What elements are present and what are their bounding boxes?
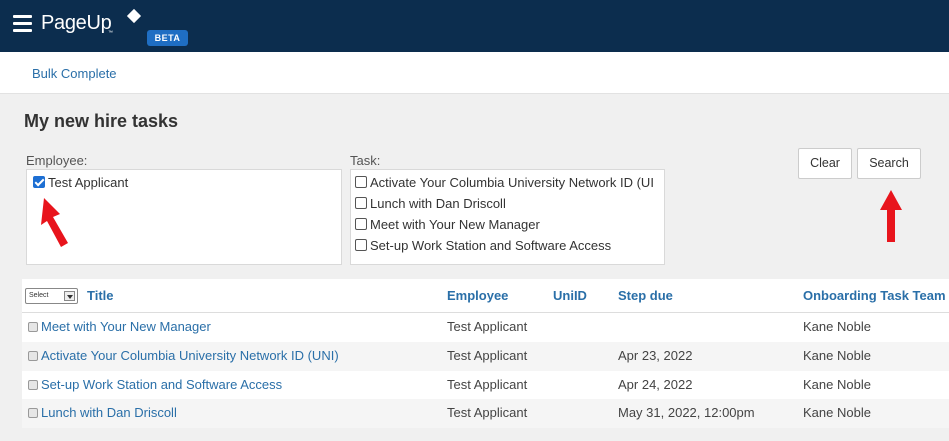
title-column-header[interactable]: Title — [87, 288, 114, 303]
task-title-link[interactable]: Set-up Work Station and Software Access — [28, 377, 282, 392]
team-cell: Kane Noble — [803, 348, 871, 363]
employee-cell: Test Applicant — [447, 405, 528, 420]
red-annotation-arrow-icon — [41, 198, 68, 247]
employee-filter-list: Test Applicant — [26, 169, 342, 265]
task-checkbox[interactable] — [355, 239, 367, 251]
table-row: Meet with Your New Manager Test Applican… — [22, 313, 949, 342]
employee-cell: Test Applicant — [447, 377, 528, 392]
logo-diamond-icon — [126, 8, 142, 24]
table-header: Select Title Employee UniID Step due Onb… — [22, 279, 949, 313]
employee-column-header[interactable]: Employee — [447, 288, 508, 303]
step-due-cell: Apr 24, 2022 — [618, 377, 693, 392]
task-option[interactable]: Activate Your Columbia University Networ… — [355, 175, 654, 190]
tasks-table: Select Title Employee UniID Step due Onb… — [22, 279, 949, 428]
bulk-complete-link[interactable]: Bulk Complete — [32, 66, 117, 81]
step-due-cell: Apr 23, 2022 — [618, 348, 693, 363]
task-checkbox[interactable] — [355, 218, 367, 230]
team-column-header[interactable]: Onboarding Task Team — [803, 288, 946, 303]
hamburger-menu-icon[interactable] — [13, 15, 32, 32]
team-cell: Kane Noble — [803, 319, 871, 334]
task-checkbox[interactable] — [355, 176, 367, 188]
employee-checkbox[interactable] — [33, 176, 45, 188]
red-annotation-arrow-icon — [880, 190, 902, 242]
employee-cell: Test Applicant — [447, 319, 528, 334]
search-button[interactable]: Search — [857, 148, 921, 179]
row-checkbox[interactable] — [28, 380, 38, 390]
uniid-column-header[interactable]: UniID — [553, 288, 587, 303]
table-row: Activate Your Columbia University Networ… — [22, 342, 949, 371]
clear-button[interactable]: Clear — [798, 148, 852, 179]
task-title-link[interactable]: Activate Your Columbia University Networ… — [28, 348, 339, 363]
task-filter-list[interactable]: Activate Your Columbia University Networ… — [350, 169, 665, 265]
sub-navigation: Bulk Complete — [0, 52, 949, 94]
step-due-cell: May 31, 2022, 12:00pm — [618, 405, 755, 420]
step-due-column-header[interactable]: Step due — [618, 288, 673, 303]
page-title: My new hire tasks — [24, 111, 179, 131]
task-filter-label: Task: — [350, 153, 381, 168]
task-option[interactable]: Set-up Work Station and Software Access — [355, 238, 611, 253]
logo-trademark: ™ — [108, 30, 113, 36]
team-cell: Kane Noble — [803, 405, 871, 420]
row-checkbox[interactable] — [28, 351, 38, 361]
row-checkbox[interactable] — [28, 322, 38, 332]
select-dropdown[interactable]: Select — [25, 288, 78, 304]
employee-filter-label: Employee: — [26, 153, 88, 168]
beta-badge: BETA — [147, 30, 188, 46]
task-option[interactable]: Meet with Your New Manager — [355, 217, 540, 232]
task-option[interactable]: Lunch with Dan Driscoll — [355, 196, 506, 211]
employee-cell: Test Applicant — [447, 348, 528, 363]
task-checkbox[interactable] — [355, 197, 367, 209]
row-checkbox[interactable] — [28, 408, 38, 418]
task-title-link[interactable]: Lunch with Dan Driscoll — [28, 405, 177, 420]
pageup-logo: PageUp — [41, 12, 112, 34]
task-title-link[interactable]: Meet with Your New Manager — [28, 319, 211, 334]
top-navigation-bar: PageUp ™ BETA — [0, 0, 949, 52]
employee-option[interactable]: Test Applicant — [33, 175, 128, 190]
chevron-down-icon — [64, 291, 75, 301]
team-cell: Kane Noble — [803, 377, 871, 392]
table-row: Set-up Work Station and Software Access … — [22, 371, 949, 400]
table-row: Lunch with Dan Driscoll Test Applicant M… — [22, 399, 949, 428]
